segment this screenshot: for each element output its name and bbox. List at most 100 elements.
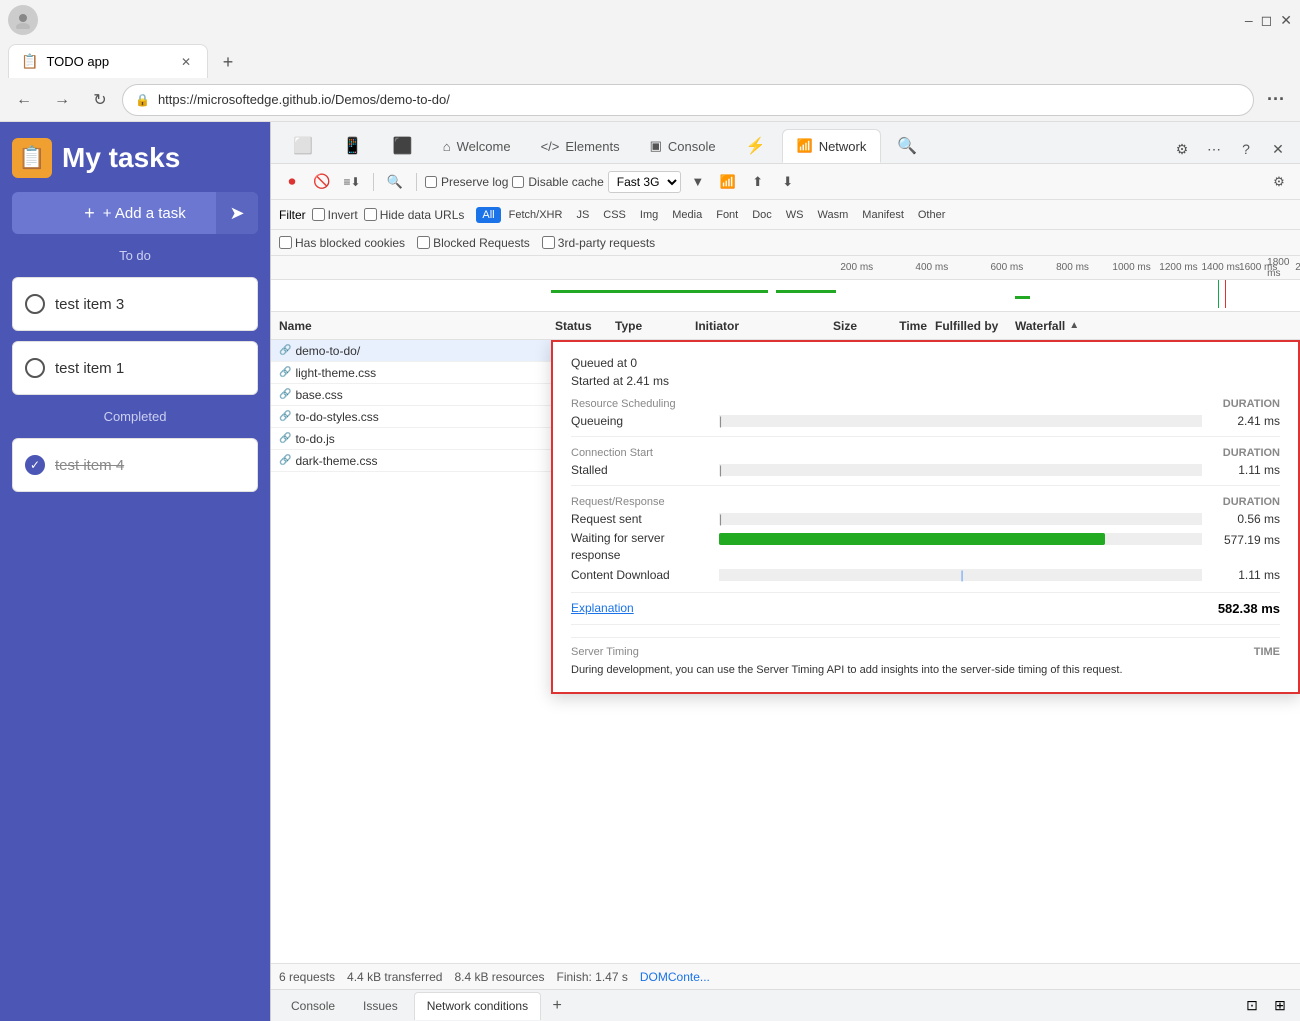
network-toolbar: ⏺ 🚫 ≡⬇ 🔍 Preserve log Disable cache Fast… <box>271 164 1300 200</box>
new-tab-button[interactable]: + <box>212 46 244 78</box>
filter-fetch-xhr-button[interactable]: Fetch/XHR <box>503 207 569 223</box>
add-task-button[interactable]: + + Add a task ➤ <box>12 192 258 234</box>
timeline-green-bar-3 <box>1015 296 1030 299</box>
profile-icon[interactable] <box>8 5 38 35</box>
network-settings-icon[interactable]: ⚙ <box>1266 169 1292 195</box>
filter-label: Filter <box>279 208 306 222</box>
col-name[interactable]: Name <box>271 319 551 333</box>
todo-checkbox-1[interactable] <box>25 294 45 314</box>
bottom-detach-icon[interactable]: ⊡ <box>1240 994 1264 1018</box>
devtools-help-icon[interactable]: ? <box>1232 135 1260 163</box>
tab-close-button[interactable]: ✕ <box>177 53 195 71</box>
refresh-button[interactable]: ↻ <box>84 84 116 116</box>
bottom-dock-icon[interactable]: ⊞ <box>1268 994 1292 1018</box>
active-tab[interactable]: 📋 TODO app ✕ <box>8 44 208 78</box>
has-blocked-cookies-checkbox[interactable]: Has blocked cookies <box>279 236 405 250</box>
filter-img-button[interactable]: Img <box>634 207 664 223</box>
filter-doc-button[interactable]: Doc <box>746 207 778 223</box>
devtools-tab-issues-icon[interactable]: ⚡ <box>732 129 780 163</box>
col-fulfilled[interactable]: Fulfilled by <box>931 319 1011 333</box>
hide-data-urls-checkbox[interactable]: Hide data URLs <box>364 208 465 222</box>
filter-manifest-button[interactable]: Manifest <box>856 207 910 223</box>
todo-checkbox-2[interactable] <box>25 358 45 378</box>
col-status[interactable]: Status <box>551 319 611 333</box>
devtools-tab-welcome[interactable]: ⌂ Welcome <box>429 129 525 163</box>
filter-ws-button[interactable]: WS <box>780 207 810 223</box>
filter-font-button[interactable]: Font <box>710 207 744 223</box>
wifi-icon[interactable]: 📶 <box>715 169 741 195</box>
todo-checkbox-completed-1[interactable]: ✓ <box>25 455 45 475</box>
address-bar[interactable]: 🔒 https://microsoftedge.github.io/Demos/… <box>122 84 1254 116</box>
disable-cache-checkbox[interactable]: Disable cache <box>512 175 603 189</box>
forward-button[interactable]: → <box>46 84 78 116</box>
col-waterfall[interactable]: Waterfall ▲ <box>1011 319 1300 333</box>
bottom-tabs: Console Issues Network conditions + ⊡ ⊞ <box>271 989 1300 1021</box>
browser-menu-button[interactable]: ··· <box>1260 84 1292 116</box>
devtools-tab-elements[interactable]: </> Elements <box>527 129 634 163</box>
todo-title: My tasks <box>62 142 180 174</box>
devtools-more-icon[interactable]: ⋯ <box>1200 135 1228 163</box>
status-domconte: DOMConte... <box>640 970 710 984</box>
filter-css-button[interactable]: CSS <box>597 207 632 223</box>
status-bar: 6 requests 4.4 kB transferred 8.4 kB res… <box>271 963 1300 989</box>
devtools-settings-icon[interactable]: ⚙ <box>1168 135 1196 163</box>
devtools-actions: ⚙ ⋯ ? ✕ <box>1168 135 1292 163</box>
preserve-log-checkbox[interactable]: Preserve log <box>425 175 508 189</box>
tick-200: 200 ms <box>840 262 873 273</box>
throttle-down-icon[interactable]: ▼ <box>685 169 711 195</box>
filter-wasm-button[interactable]: Wasm <box>812 207 855 223</box>
third-party-checkbox[interactable]: 3rd-party requests <box>542 236 655 250</box>
bottom-tab-network-conditions[interactable]: Network conditions <box>414 992 541 1020</box>
download-icon[interactable]: ⬇ <box>775 169 801 195</box>
col-time[interactable]: Time <box>861 319 931 333</box>
todo-header: 📋 My tasks <box>12 134 258 182</box>
col-size[interactable]: Size <box>791 319 861 333</box>
devtools-tab-device[interactable]: 📱 <box>329 129 377 163</box>
blocked-requests-checkbox[interactable]: Blocked Requests <box>417 236 530 250</box>
back-button[interactable]: ← <box>8 84 40 116</box>
devtools-tab-split[interactable]: ⬛ <box>379 129 427 163</box>
throttle-select[interactable]: Fast 3G <box>608 171 681 193</box>
bottom-tab-console[interactable]: Console <box>279 992 347 1020</box>
devtools-tab-inspect[interactable]: ⬜ <box>279 129 327 163</box>
todo-item-2[interactable]: test item 1 <box>12 341 258 395</box>
todo-item-1[interactable]: test item 3 <box>12 277 258 331</box>
filter-all-button[interactable]: All <box>476 207 500 223</box>
filter-js-button[interactable]: JS <box>570 207 595 223</box>
upload-icon[interactable]: ⬆ <box>745 169 771 195</box>
invert-checkbox[interactable]: Invert <box>312 208 358 222</box>
tab-favicon: 📋 <box>21 53 38 70</box>
devtools-tab-console[interactable]: ▣ Console <box>636 129 730 163</box>
devtools-tab-network[interactable]: 📶 network <box>782 129 882 163</box>
explanation-link[interactable]: Explanation <box>571 601 634 615</box>
todo-item-completed-1[interactable]: ✓ test item 4 <box>12 438 258 492</box>
col-initiator[interactable]: Initiator <box>691 319 791 333</box>
wp-content-download-bar: | <box>719 569 1202 581</box>
wp-stalled-bar: | <box>719 464 1202 476</box>
record-button[interactable]: ⏺ <box>279 169 305 195</box>
clear-button[interactable]: 🚫 <box>309 169 335 195</box>
row-name-2: 🔗 light-theme.css <box>271 366 551 380</box>
fetch-icon[interactable]: ≡⬇ <box>339 169 365 195</box>
minimize-button[interactable]: – <box>1245 12 1253 28</box>
bottom-tab-add-button[interactable]: + <box>545 994 569 1018</box>
disable-cache-input[interactable] <box>512 176 524 188</box>
filter-other-button[interactable]: Other <box>912 207 952 223</box>
col-type[interactable]: Type <box>611 319 691 333</box>
devtools-tab-search-icon[interactable]: 🔍 <box>883 129 931 163</box>
close-button[interactable]: ✕ <box>1280 12 1292 29</box>
filter-media-button[interactable]: Media <box>666 207 708 223</box>
wp-started-at: Started at 2.41 ms <box>571 374 1280 388</box>
devtools-tab-elements-label: Elements <box>565 139 619 154</box>
waterfall-sort-icon[interactable]: ▲ <box>1069 320 1079 331</box>
bottom-tab-issues[interactable]: Issues <box>351 992 410 1020</box>
maximize-button[interactable]: ◻ <box>1261 12 1273 29</box>
add-task-arrow-icon[interactable]: ➤ <box>216 192 258 234</box>
preserve-log-input[interactable] <box>425 176 437 188</box>
address-lock-icon: 🔒 <box>135 93 150 107</box>
todo-sidebar: 📋 My tasks + + Add a task ➤ To do test i… <box>0 122 270 1021</box>
tick-1400: 1400 ms <box>1202 262 1240 273</box>
tick-600: 600 ms <box>990 262 1023 273</box>
search-network-icon[interactable]: 🔍 <box>382 169 408 195</box>
devtools-close-icon[interactable]: ✕ <box>1264 135 1292 163</box>
